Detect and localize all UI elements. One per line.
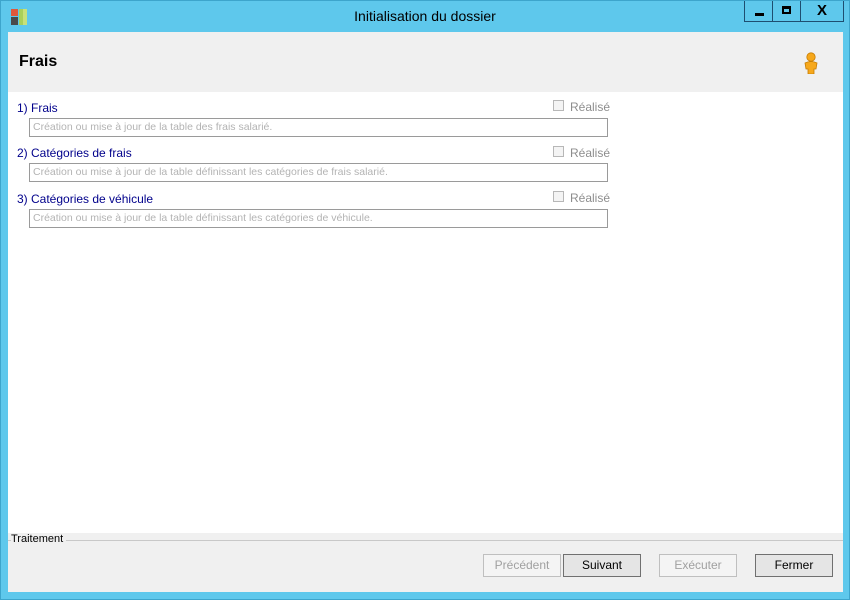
footer-panel: Traitement Précédent Suivant Exécuter Fe…	[8, 533, 843, 592]
description-field-categories-vehicule[interactable]: Création ou mise à jour de la table défi…	[29, 209, 608, 228]
group-divider	[8, 540, 843, 541]
title-bar[interactable]: Initialisation du dossier X	[1, 1, 849, 32]
previous-button[interactable]: Précédent	[483, 554, 561, 577]
description-field-categories-frais[interactable]: Création ou mise à jour de la table défi…	[29, 163, 608, 182]
window-title: Initialisation du dossier	[354, 8, 496, 24]
done-checkbox-categories-vehicule[interactable]	[553, 191, 564, 202]
step-label-categories-frais: 2) Catégories de frais	[17, 146, 132, 160]
done-checkbox-categories-frais[interactable]	[553, 146, 564, 157]
step-label-categories-vehicule: 3) Catégories de véhicule	[17, 192, 154, 206]
done-checkbox-frais[interactable]	[553, 100, 564, 111]
close-icon: X	[816, 2, 827, 19]
description-field-frais[interactable]: Création ou mise à jour de la table des …	[29, 118, 608, 137]
minimize-button[interactable]	[744, 1, 773, 22]
user-icon	[804, 52, 818, 74]
execute-button[interactable]: Exécuter	[659, 554, 737, 577]
close-button[interactable]: Fermer	[755, 554, 833, 577]
done-label-categories-vehicule: Réalisé	[570, 191, 611, 205]
minimize-icon	[755, 13, 764, 16]
group-label-traitement: Traitement	[11, 533, 67, 545]
window: Initialisation du dossier X Frais 1) Fra…	[0, 0, 850, 600]
page-header: Frais	[8, 32, 843, 92]
next-button[interactable]: Suivant	[563, 554, 641, 577]
maximize-icon	[782, 6, 791, 14]
close-window-button[interactable]: X	[800, 1, 844, 22]
step-label-frais: 1) Frais	[17, 101, 58, 115]
done-label-categories-frais: Réalisé	[570, 146, 611, 160]
page-title: Frais	[19, 53, 58, 70]
maximize-button[interactable]	[772, 1, 801, 22]
done-label-frais: Réalisé	[570, 100, 611, 114]
client-area: Frais 1) Frais Réalisé Création ou mise …	[8, 32, 843, 592]
